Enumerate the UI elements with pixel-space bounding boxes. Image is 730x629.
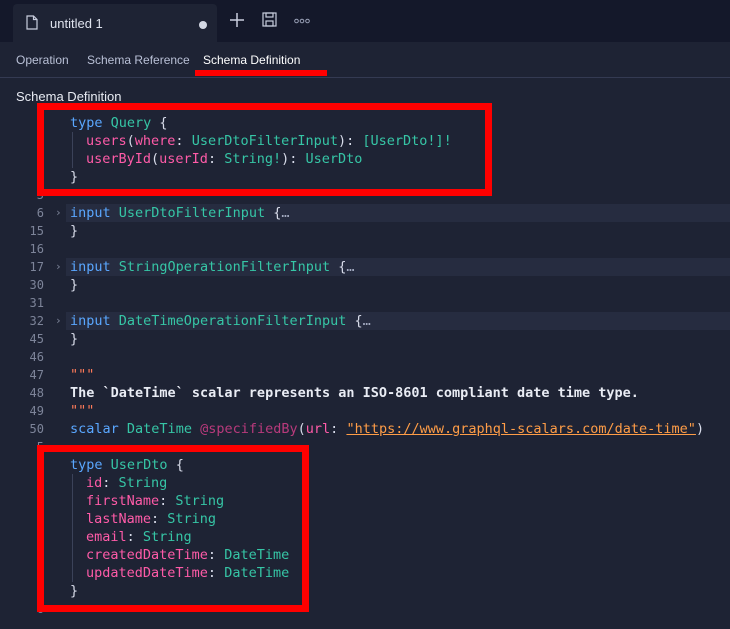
code-line: input DateTimeOperationFilterInput {…	[70, 312, 371, 330]
code-line: """	[70, 402, 94, 420]
code-line: }	[70, 222, 78, 240]
keyword: input	[70, 259, 111, 275]
folded-ellipsis[interactable]: …	[281, 205, 289, 221]
code-line: The `DateTime` scalar represents an ISO-…	[70, 384, 639, 402]
more-options-icon[interactable]	[294, 18, 310, 24]
line-number: 15	[29, 224, 44, 238]
keyword: input	[70, 313, 111, 329]
line-number: 46	[29, 350, 44, 364]
tab-title: untitled 1	[50, 16, 103, 31]
folded-ellipsis[interactable]: …	[363, 313, 371, 329]
code-line: """	[70, 366, 94, 384]
line-number: 16	[29, 242, 44, 256]
punctuation: )	[695, 421, 705, 437]
tab-schema-reference[interactable]: Schema Reference	[87, 53, 190, 67]
line-number: 17	[29, 260, 44, 274]
type-name: UserDtoFilterInput	[118, 205, 266, 221]
fold-chevron-icon[interactable]: ›	[55, 312, 62, 330]
type-name: DateTimeOperationFilterInput	[118, 313, 347, 329]
type-name: DateTime	[126, 421, 192, 437]
line-number: 49	[29, 404, 44, 418]
plus-icon[interactable]	[229, 12, 245, 28]
punctuation: (	[297, 421, 306, 437]
line-number: 31	[29, 296, 44, 310]
argument-name: url	[305, 421, 331, 437]
line-number: 30	[29, 278, 44, 292]
code-line: input UserDtoFilterInput {…	[70, 204, 290, 222]
punctuation: :	[330, 421, 347, 437]
directive: @specifiedBy	[200, 421, 298, 437]
docstring-quote: """	[70, 367, 95, 383]
brace: }	[70, 277, 79, 293]
code-line: }	[70, 276, 78, 294]
type-name: StringOperationFilterInput	[118, 259, 331, 275]
title-bar: untitled 1	[0, 0, 730, 42]
highlight-box-query	[37, 103, 492, 196]
brace: {	[330, 259, 347, 275]
keyword: input	[70, 205, 111, 221]
folded-ellipsis[interactable]: …	[346, 259, 354, 275]
line-number: 48	[29, 386, 44, 400]
unsaved-dot-icon[interactable]	[199, 21, 207, 29]
active-tab-underline	[195, 70, 327, 76]
brace: }	[70, 331, 79, 347]
document-tab[interactable]: untitled 1	[13, 4, 217, 42]
line-number: 6	[36, 206, 44, 220]
brace: {	[265, 205, 282, 221]
fold-chevron-icon[interactable]: ›	[55, 258, 62, 276]
line-number: 45	[29, 332, 44, 346]
save-icon[interactable]	[262, 12, 277, 27]
code-line: }	[70, 330, 78, 348]
fold-chevron-icon[interactable]: ›	[55, 204, 62, 222]
tab-operation[interactable]: Operation	[16, 53, 69, 67]
line-number: 32	[29, 314, 44, 328]
panel-title: Schema Definition	[16, 89, 122, 104]
brace: }	[70, 223, 79, 239]
docstring-quote: """	[70, 403, 95, 419]
brace: {	[346, 313, 363, 329]
line-number: 47	[29, 368, 44, 382]
code-line: scalar DateTime @specifiedBy(url: "https…	[70, 420, 704, 438]
url-string[interactable]: "https://www.graphql-scalars.com/date-ti…	[346, 421, 696, 437]
schema-tabs: Operation Schema Reference Schema Defini…	[0, 42, 730, 78]
docstring-text: The `DateTime` scalar represents an ISO-…	[70, 385, 639, 401]
tab-schema-definition[interactable]: Schema Definition	[203, 53, 300, 67]
document-icon	[26, 15, 38, 30]
code-line: input StringOperationFilterInput {…	[70, 258, 355, 276]
highlight-box-userdto	[37, 445, 309, 612]
keyword: scalar	[70, 421, 119, 437]
line-number: 50	[29, 422, 44, 436]
